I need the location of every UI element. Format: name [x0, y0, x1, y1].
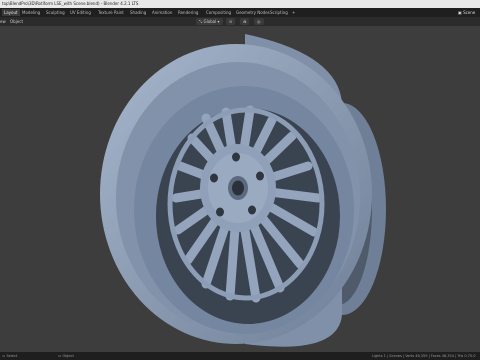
chevron-down-icon: ▾	[217, 19, 220, 24]
tab-sculpting[interactable]: Sculpting	[44, 9, 67, 16]
window-title-bar: top\BlendPro\3D\Rotiform LSE_with Scene.…	[0, 0, 480, 8]
mouse-icon: ▭	[2, 354, 6, 358]
status-bar: ▭ Select ▭ Object Lights 1 | Scenes | Ve…	[0, 352, 480, 360]
tab-scripting[interactable]: Scripting	[268, 9, 290, 16]
wheel-render	[100, 34, 386, 347]
scene-selector[interactable]: ▣ Scene	[458, 9, 480, 16]
tab-uv-editing[interactable]: UV Editing	[68, 9, 93, 16]
tab-rendering[interactable]: Rendering	[176, 9, 200, 16]
3d-viewport[interactable]	[0, 26, 480, 352]
scene-statistics: Lights 1 | Scenes | Verts 46,359 | Faces…	[372, 354, 476, 358]
tab-compositing[interactable]: Compositing	[204, 9, 233, 16]
orientation-label: Global	[203, 19, 217, 24]
axis-icon: ⤡	[199, 19, 203, 24]
mouse-icon: ▭	[58, 354, 62, 358]
status-select: ▭ Select	[2, 352, 17, 360]
tab-animation[interactable]: Animation	[150, 9, 174, 16]
proportional-edit-toggle[interactable]: ◎	[254, 18, 264, 25]
center-bore-hole	[232, 180, 244, 196]
tab-add-workspace[interactable]: +	[290, 9, 297, 16]
pivot-dropdown[interactable]: ⊙	[226, 18, 236, 25]
scene-icon: ▣	[458, 10, 462, 15]
orientation-dropdown[interactable]: ⤡ Global ▾	[196, 18, 223, 25]
tab-geometry-nodes[interactable]: Geometry Nodes	[234, 9, 272, 16]
scene-label: Scene	[463, 10, 476, 15]
status-object-label: Object	[62, 354, 74, 358]
tab-texture-paint[interactable]: Texture Paint	[96, 9, 126, 16]
tab-shading[interactable]: Shading	[128, 9, 148, 16]
pivot-icon: ⊙	[229, 19, 233, 24]
proportional-icon: ◎	[257, 19, 261, 24]
view-menu[interactable]: ew	[0, 18, 6, 25]
status-object: ▭ Object	[58, 352, 74, 360]
viewport-header: ew Object ⤡ Global ▾ ⊙ ⋒ ◎	[0, 17, 480, 26]
object-menu[interactable]: Object	[10, 18, 23, 25]
tab-modeling[interactable]: Modeling	[20, 9, 42, 16]
tab-layout[interactable]: Layout	[2, 9, 20, 16]
workspace-tab-bar: Layout Modeling Sculpting UV Editing Tex…	[0, 8, 480, 17]
status-select-label: Select	[6, 354, 18, 358]
window-title: top\BlendPro\3D\Rotiform LSE_with Scene.…	[2, 1, 139, 6]
snap-toggle[interactable]: ⋒	[240, 18, 250, 25]
magnet-icon: ⋒	[243, 19, 247, 24]
